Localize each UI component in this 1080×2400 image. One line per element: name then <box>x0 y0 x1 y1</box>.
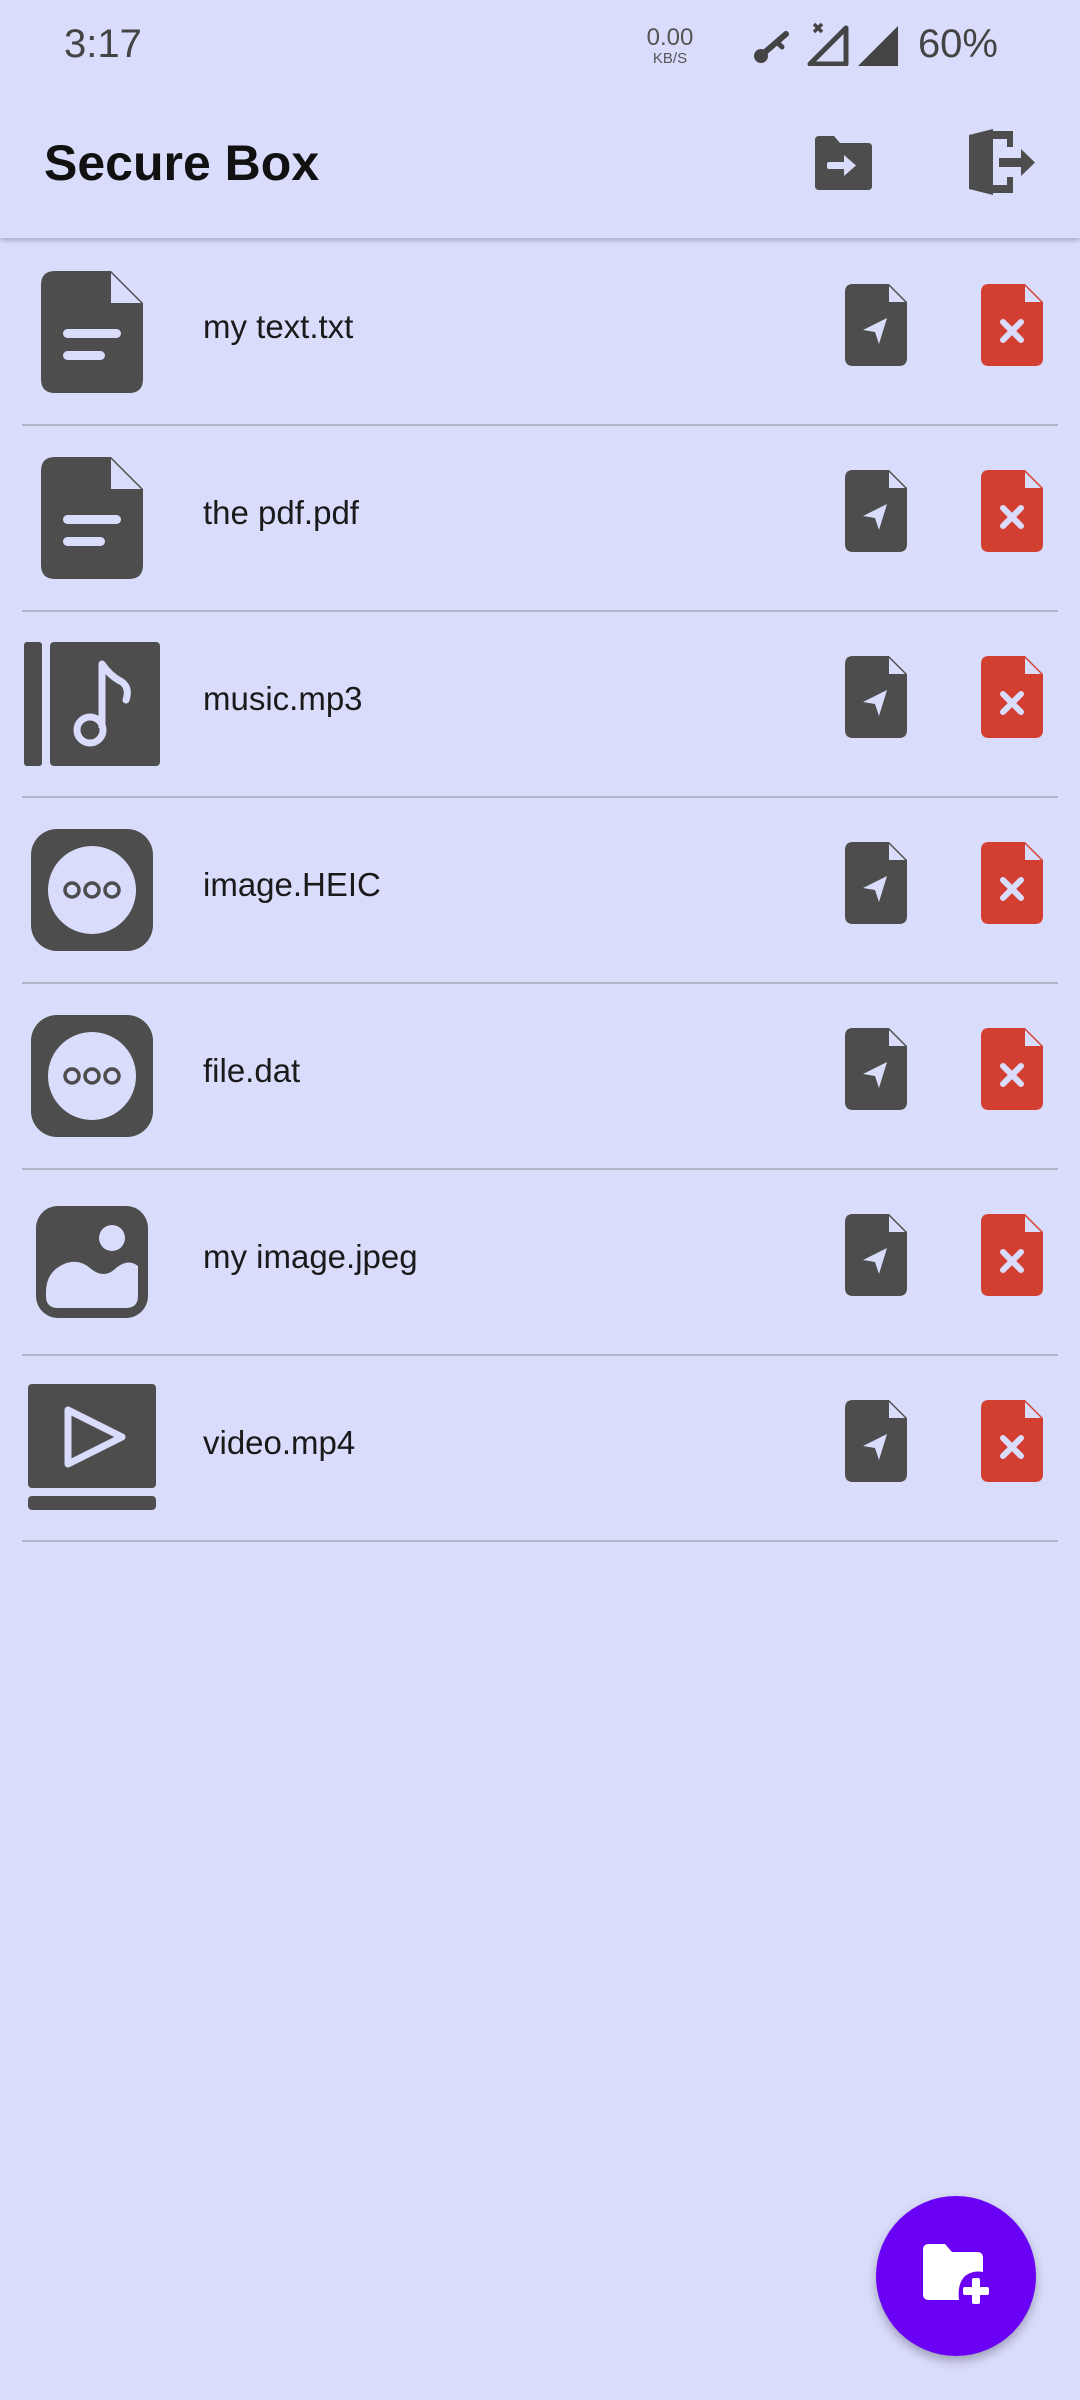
logout-button[interactable] <box>956 120 1046 210</box>
logout-icon <box>963 127 1039 204</box>
file-row[interactable]: my text.txt <box>22 240 1058 426</box>
add-folder-button[interactable] <box>876 2196 1036 2356</box>
move-file-icon <box>845 1400 907 1482</box>
text-file-icon <box>22 448 162 588</box>
file-row[interactable]: file.dat <box>22 984 1058 1170</box>
delete-file-button[interactable] <box>979 1396 1045 1486</box>
move-file-button[interactable] <box>843 1024 909 1114</box>
move-file-icon <box>845 842 907 924</box>
delete-file-icon <box>981 842 1043 924</box>
vpn-key-icon <box>750 26 792 73</box>
delete-file-button[interactable] <box>979 652 1045 742</box>
status-time: 3:17 <box>64 22 142 66</box>
delete-file-button[interactable] <box>979 838 1045 928</box>
move-file-icon <box>845 1214 907 1296</box>
text-file-icon <box>22 262 162 402</box>
app-bar: Secure Box <box>0 92 1080 238</box>
unknown-file-icon <box>22 820 162 960</box>
file-name: file.dat <box>203 1052 301 1089</box>
delete-file-button[interactable] <box>979 466 1045 556</box>
signal-icon <box>856 22 902 73</box>
battery-level: 60% <box>917 22 998 66</box>
file-row[interactable]: music.mp3 <box>22 612 1058 798</box>
delete-file-button[interactable] <box>979 280 1045 370</box>
move-file-icon <box>845 470 907 552</box>
status-bar: 3:17 0.00 KB/S 60% <box>0 0 1080 92</box>
audio-file-icon <box>22 634 162 774</box>
move-file-icon <box>845 284 907 366</box>
move-file-button[interactable] <box>843 652 909 742</box>
move-file-button[interactable] <box>843 838 909 928</box>
image-file-icon <box>22 1192 162 1332</box>
signal-no-data-icon <box>804 20 850 71</box>
file-name: image.HEIC <box>203 866 381 903</box>
move-file-button[interactable] <box>843 1396 909 1486</box>
file-row[interactable]: video.mp4 <box>22 1356 1058 1542</box>
move-file-button[interactable] <box>843 1210 909 1300</box>
delete-file-icon <box>981 1028 1043 1110</box>
page-title: Secure Box <box>44 135 320 191</box>
video-file-icon <box>22 1378 162 1518</box>
file-name: music.mp3 <box>203 680 363 717</box>
file-name: video.mp4 <box>203 1424 356 1461</box>
delete-file-icon <box>981 470 1043 552</box>
move-file-icon <box>845 1028 907 1110</box>
delete-file-icon <box>981 1400 1043 1482</box>
file-row[interactable]: the pdf.pdf <box>22 426 1058 612</box>
move-file-button[interactable] <box>843 466 909 556</box>
move-file-icon <box>845 656 907 738</box>
file-name: my image.jpeg <box>203 1238 418 1275</box>
add-folder-icon <box>921 2242 991 2311</box>
delete-file-icon <box>981 1214 1043 1296</box>
delete-file-button[interactable] <box>979 1210 1045 1300</box>
file-name: the pdf.pdf <box>203 494 359 531</box>
network-speed-unit: KB/S <box>652 50 688 67</box>
folder-import-icon <box>810 134 876 197</box>
file-row[interactable]: image.HEIC <box>22 798 1058 984</box>
unknown-file-icon <box>22 1006 162 1146</box>
file-row[interactable]: my image.jpeg <box>22 1170 1058 1356</box>
delete-file-button[interactable] <box>979 1024 1045 1114</box>
network-speed-value: 0.00 <box>646 24 694 51</box>
move-file-button[interactable] <box>843 280 909 370</box>
delete-file-icon <box>981 284 1043 366</box>
import-folder-button[interactable] <box>798 120 888 210</box>
status-icons: 0.00 KB/S 60% <box>620 0 1080 92</box>
delete-file-icon <box>981 656 1043 738</box>
file-list: my text.txt the pdf.pdf music.mp3 image.… <box>22 240 1058 1542</box>
file-name: my text.txt <box>203 308 354 345</box>
network-speed: 0.00 KB/S <box>642 24 698 67</box>
